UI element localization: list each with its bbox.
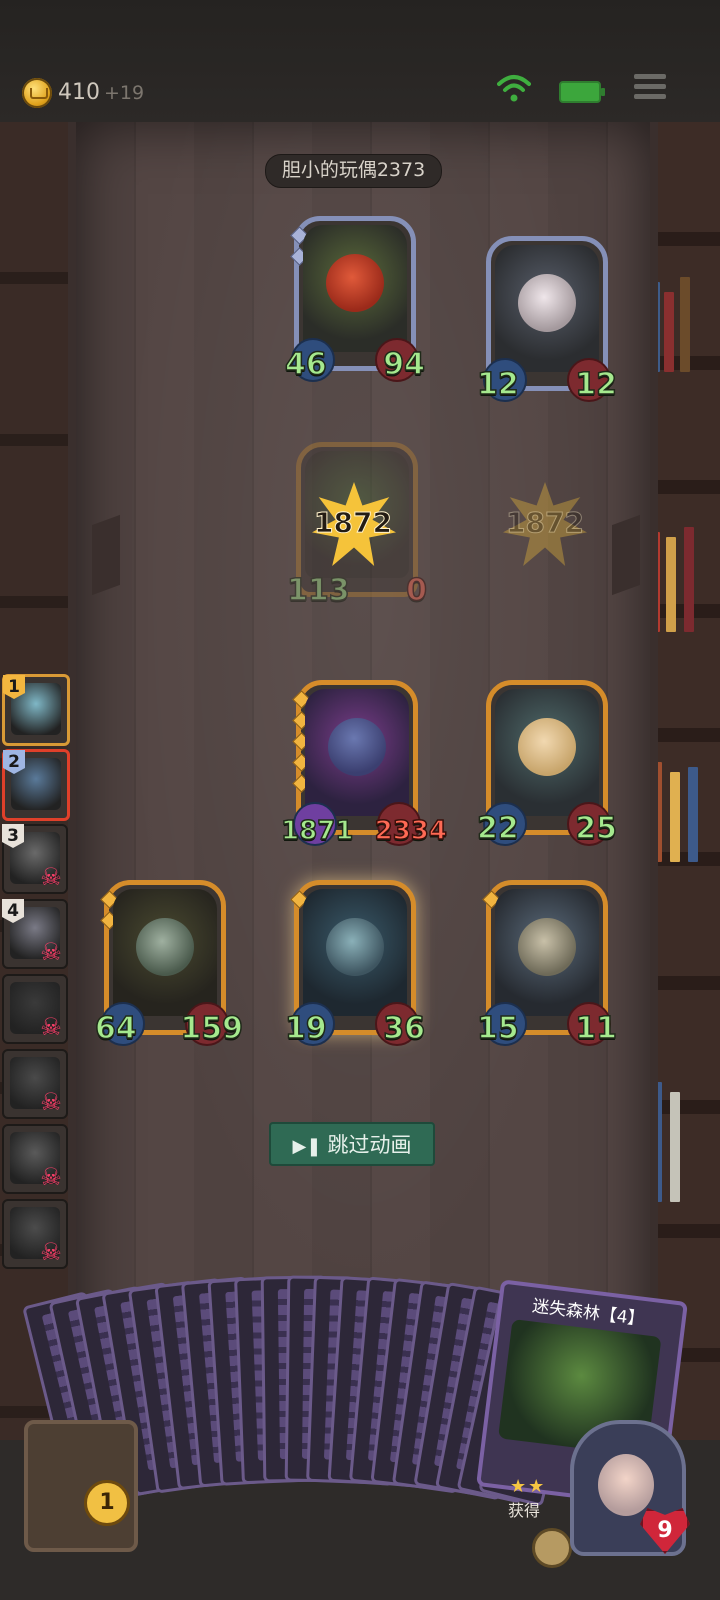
roster-player-6[interactable]: ☠ (2, 1049, 68, 1119)
enemy-minion-masked-rabbit[interactable]: 12 12 (476, 236, 618, 402)
health-value: 11 (575, 1011, 618, 1046)
fairy-face (518, 718, 576, 777)
player-minion-mushroom-spider[interactable]: 15 11 (476, 880, 618, 1046)
minion-art (113, 889, 217, 1016)
opponent-name-tag: 胆小的玩偶2373 (265, 154, 442, 188)
health-value: 12 (575, 367, 618, 402)
wifi-icon (497, 75, 531, 102)
health-value: 25 (575, 811, 618, 846)
health-value: 0 (405, 573, 427, 608)
eliminated-skull-icon: ☠ (40, 1163, 62, 1191)
attack-value: 46 (284, 347, 327, 382)
board-notch (92, 514, 120, 596)
enemy-minion-red-devil[interactable]: 46 94 (284, 216, 426, 382)
top-status-bar: 410 +19 (0, 0, 720, 122)
rabbit-mask-face (518, 274, 576, 333)
attack-value: 22 (476, 811, 519, 846)
player-minion-fairy[interactable]: 22 25 (476, 680, 618, 846)
minion-art (303, 889, 407, 1016)
roster-player-4[interactable]: 4 ☠ (2, 899, 68, 969)
attack-value: 64 (94, 1011, 137, 1046)
attack-value: 15 (476, 1011, 519, 1046)
hero-face (598, 1454, 654, 1516)
health-value: 159 (180, 1011, 244, 1046)
roster-player-2[interactable]: 2 (2, 749, 70, 821)
player-minion-witch[interactable]: 64 159 (94, 880, 244, 1046)
minion-art (495, 245, 599, 372)
skip-animation-button[interactable]: ▶❚ 跳过动画 (269, 1122, 435, 1166)
eliminated-skull-icon: ☠ (40, 938, 62, 966)
star-rating: ★★ (510, 1476, 547, 1497)
menu-button[interactable] (634, 74, 666, 104)
minion-art (495, 889, 599, 1016)
player-minion-elf-sorceress[interactable]: 19 36 (284, 880, 426, 1046)
roster-player-8[interactable]: ☠ (2, 1199, 68, 1269)
eliminated-skull-icon: ☠ (40, 1013, 62, 1041)
mushroom-spider-face (518, 918, 576, 977)
skip-icon: ▶❚ (292, 1136, 322, 1157)
roster-player-5[interactable]: ☠ (2, 974, 68, 1044)
minion-art (495, 689, 599, 816)
attack-value: 1871 (280, 816, 354, 846)
eliminated-skull-icon: ☠ (40, 863, 62, 891)
roster-player-1[interactable]: 1 (2, 674, 70, 746)
roster-player-3[interactable]: 3 ☠ (2, 824, 68, 894)
health-value: 2334 (374, 816, 448, 846)
skip-label: 跳过动画 (327, 1133, 412, 1157)
roster-player-7[interactable]: ☠ (2, 1124, 68, 1194)
hero-power-button[interactable] (532, 1528, 572, 1568)
gold-income: +19 (104, 82, 145, 104)
battery-icon (559, 81, 605, 103)
player-minion-mushroom-creature[interactable]: 1871 2334 (280, 680, 448, 846)
damage-number-ghost: 1872 (506, 506, 585, 540)
elf-sorceress-face (326, 918, 384, 977)
board-notch (612, 514, 640, 596)
attack-value: 12 (476, 367, 519, 402)
chest-count: 1 (84, 1480, 130, 1526)
featured-card-footer: 获得 (508, 1501, 541, 1520)
witch-face (136, 918, 194, 977)
health-value: 94 (383, 347, 426, 382)
attack-value: 19 (284, 1011, 327, 1046)
eliminated-skull-icon: ☠ (40, 1238, 62, 1266)
minion-art (305, 689, 409, 816)
mushroom-creature-face (328, 718, 386, 777)
game-screen: 410 +19 胆小的玩偶2373 46 94 12 12 113 0 1872… (0, 0, 720, 1600)
coin-icon (22, 78, 52, 108)
menu-icon (634, 74, 666, 79)
damage-number: 1872 (314, 506, 393, 540)
eliminated-skull-icon: ☠ (40, 1088, 62, 1116)
health-value: 36 (383, 1011, 426, 1046)
red-devil-face (326, 254, 384, 313)
minion-art (303, 225, 407, 352)
gold-amount: 410 (58, 80, 100, 105)
attack-value: 113 (286, 573, 350, 608)
